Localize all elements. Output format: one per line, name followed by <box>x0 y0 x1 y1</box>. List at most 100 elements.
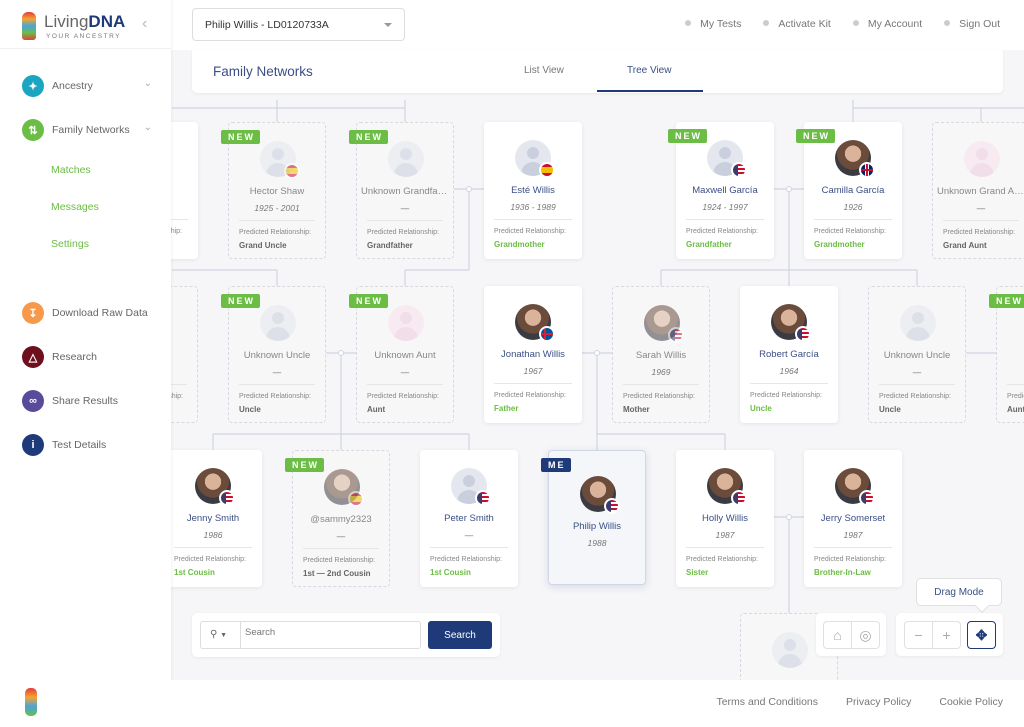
drag-mode-button[interactable]: ✥ <box>967 621 996 649</box>
person-years: 1969 <box>651 367 671 377</box>
new-badge: NEW <box>285 458 324 472</box>
locate-button[interactable]: ◎ <box>851 621 880 649</box>
sidebar-item-research[interactable]: △ Research <box>22 346 162 368</box>
search-button[interactable]: Search <box>428 621 492 649</box>
view-header: Family Networks List View Tree View <box>192 50 1003 93</box>
person-card-unknown-aunt[interactable]: NEW Unknown Aunt — Predicted Relationship: A… <box>349 286 454 423</box>
home-button[interactable]: ⌂ <box>823 621 852 649</box>
top-links: My Tests Activate Kit My Account Sign Out <box>685 18 1000 30</box>
person-card-philip-willis[interactable]: ME Philip Willis 1988 <box>541 450 646 585</box>
person-card-e[interactable]: NEW @e Predicted Relationship: Aunt <box>989 286 1024 423</box>
person-years: — <box>464 530 474 540</box>
relationship-value: 1st Cousin <box>174 568 215 577</box>
person-years: 1924 - 1997 <box>702 202 748 212</box>
sidebar-item-test-details[interactable]: i Test Details <box>22 434 162 456</box>
top-link-label: My Account <box>867 18 923 30</box>
person-card-sarah-willis[interactable]: Sarah Willis 1969 Predicted Relationship: M… <box>612 286 710 423</box>
person-years: — <box>400 203 410 213</box>
divider <box>303 548 379 549</box>
zoom-out-button[interactable]: − <box>904 621 933 649</box>
sidebar-item-download-raw-data[interactable]: ↧ Download Raw Data <box>22 302 162 324</box>
divider <box>879 384 955 385</box>
relationship-label: Predicted Relationship: <box>879 393 951 400</box>
relationship-value: 1st — 2nd Cousin <box>303 569 371 578</box>
avatar <box>388 305 424 341</box>
sidebar-item-share-results[interactable]: ∞ Share Results <box>22 390 162 412</box>
person-icon: ✦ <box>22 75 44 97</box>
person-card-jenny-smith[interactable]: Jenny Smith 1986 Predicted Relationship: 1s… <box>164 450 262 587</box>
brand-tagline: YOUR ANCESTRY <box>46 33 122 40</box>
person-card-sammy2323[interactable]: NEW @sammy2323 — Predicted Relationship: 1st… <box>285 450 390 587</box>
top-link-activate-kit[interactable]: Activate Kit <box>763 18 831 30</box>
zoom-in-button[interactable]: + <box>932 621 961 649</box>
sidebar-item-family-networks[interactable]: ⇅ Family Networks ⌄ <box>22 119 162 141</box>
sidebar-item-ancestry[interactable]: ✦ Ancestry ⌄ <box>22 75 162 97</box>
flag-us-icon <box>795 326 811 342</box>
person-card-unknown-uncle[interactable]: NEW Unknown Uncle — Predicted Relationship:… <box>221 286 326 423</box>
sidebar-item-label: Research <box>52 351 97 363</box>
chevron-down-icon[interactable]: ⌄ <box>144 122 152 133</box>
footer-link-cookie-policy[interactable]: Cookie Policy <box>939 696 1003 708</box>
footer-link-terms-and-conditions[interactable]: Terms and Conditions <box>716 696 818 708</box>
person-card-camilla-garc-a[interactable]: NEW Camilla García 1926 Predicted Relations… <box>796 122 902 259</box>
person-name: Unknown Grand Aunt <box>937 186 1024 197</box>
top-link-sign-out[interactable]: Sign Out <box>944 18 1000 30</box>
person-card-unknown-uncle[interactable]: Unknown Uncle — Predicted Relationship: Unc… <box>868 286 966 423</box>
avatar <box>388 141 424 177</box>
zoom-in-icon: + <box>942 627 951 643</box>
person-card-unknown-grandfather[interactable]: NEW Unknown Grandfather — Predicted Relatio… <box>349 122 454 259</box>
footer: Terms and Conditions Privacy Policy Cookie… <box>0 680 1024 727</box>
caret-down-icon <box>384 23 392 31</box>
locate-icon: ◎ <box>859 626 872 643</box>
person-name: Unknown Grandfather <box>361 186 449 197</box>
divider <box>494 383 572 384</box>
person-card-peter-smith[interactable]: Peter Smith — Predicted Relationship: 1st C… <box>420 450 518 587</box>
divider <box>686 219 764 220</box>
search-type-dropdown[interactable]: ⚲ ▼ <box>201 622 241 648</box>
chevron-down-icon[interactable]: ⌄ <box>144 78 152 89</box>
relationship-value: Uncle <box>750 404 772 413</box>
top-link-my-account[interactable]: My Account <box>852 18 923 30</box>
relationship-label: Predicted Relationship: <box>1007 393 1024 400</box>
divider <box>494 219 572 220</box>
person-years: 1936 - 1989 <box>510 202 556 212</box>
relationship-label: Predicted Relationship: <box>367 229 439 236</box>
search-input[interactable] <box>245 627 415 638</box>
divider <box>943 220 1019 221</box>
divider <box>239 384 315 385</box>
person-name: Jerry Somerset <box>820 513 886 524</box>
tab-list-view[interactable]: List View <box>524 65 564 76</box>
divider <box>367 384 443 385</box>
person-card-holly-willis[interactable]: Holly Willis 1987 Predicted Relationship: S… <box>676 450 774 587</box>
flag-gb-icon <box>859 162 875 178</box>
bullet-icon <box>852 20 859 26</box>
flag-us-icon <box>731 162 747 178</box>
divider <box>1007 384 1024 385</box>
profile-selector[interactable]: Philip Willis - LD0120733A <box>192 8 405 41</box>
tab-tree-view[interactable]: Tree View <box>627 65 671 76</box>
sidebar-subitem-matches[interactable]: Matches <box>51 164 91 176</box>
person-card-maxwell-garc-a[interactable]: NEW Maxwell García 1924 - 1997 Predicted Re… <box>668 122 774 259</box>
person-card-est-willis[interactable]: Esté Willis 1936 - 1989 Predicted Relation… <box>484 122 582 259</box>
footer-link-privacy-policy[interactable]: Privacy Policy <box>846 696 911 708</box>
person-card-unknown-grand-aunt[interactable]: Unknown Grand Aunt — Predicted Relationshi… <box>932 122 1024 259</box>
relationship-value: Uncle <box>239 405 261 414</box>
person-card-jerry-somerset[interactable]: Jerry Somerset 1987 Predicted Relationship… <box>804 450 902 587</box>
sidebar-subitem-messages[interactable]: Messages <box>51 201 99 213</box>
person-name: Camilla García <box>821 185 885 196</box>
logo-figure-icon <box>22 12 36 40</box>
relationship-label: Predicted Relationship: <box>686 556 758 563</box>
info-icon: i <box>22 434 44 456</box>
person-card-jonathan-willis[interactable]: Jonathan Willis 1967 Predicted Relationshi… <box>484 286 582 423</box>
person-years: 1964 <box>779 366 799 376</box>
collapse-sidebar-icon[interactable]: ‹ <box>142 15 147 33</box>
person-card-robert-garc-a[interactable]: Robert García 1964 Predicted Relationship:… <box>740 286 838 423</box>
home-icon: ⌂ <box>833 627 842 643</box>
person-name: @e <box>1001 350 1024 361</box>
sidebar-subitem-settings[interactable]: Settings <box>51 238 89 250</box>
person-card-hector-shaw[interactable]: NEW Hector Shaw 1925 - 2001 Predicted Relat… <box>221 122 326 259</box>
person-name: Unknown Uncle <box>243 350 311 361</box>
top-link-my-tests[interactable]: My Tests <box>685 18 741 30</box>
zoom-controls: − + ✥ <box>896 613 1003 656</box>
person-name: Robert García <box>759 349 819 360</box>
